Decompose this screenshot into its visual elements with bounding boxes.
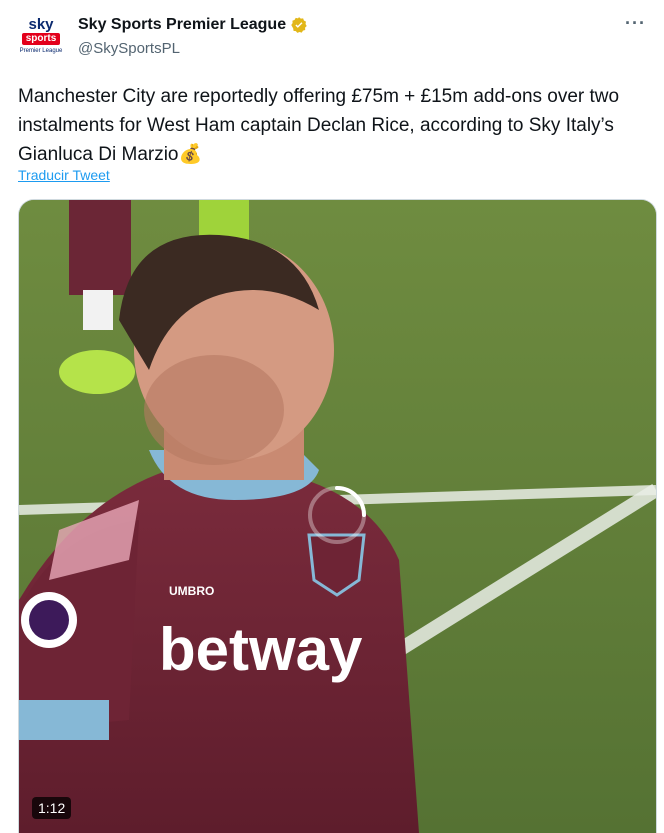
- author-name-row: Sky Sports Premier League: [78, 16, 308, 34]
- tweet-video[interactable]: betway UMBRO 1:12: [18, 199, 657, 833]
- avatar-logo-pl: Premier League: [19, 48, 63, 54]
- tweet-text: Manchester City are reportedly offering …: [18, 86, 620, 165]
- sponsor-text: betway: [159, 616, 363, 683]
- avatar-logo-sports: sports: [22, 33, 60, 45]
- avatar[interactable]: sky sports Premier League: [18, 16, 64, 62]
- more-options-icon[interactable]: ···: [625, 14, 646, 32]
- author-handle[interactable]: @SkySportsPL: [78, 40, 180, 57]
- author-display-name[interactable]: Sky Sports Premier League: [78, 16, 286, 34]
- verified-badge-icon: [291, 17, 307, 33]
- kit-brand-text: UMBRO: [169, 584, 214, 598]
- avatar-logo-sky: sky: [28, 16, 54, 33]
- video-frame: betway UMBRO: [19, 200, 656, 833]
- video-duration-badge: 1:12: [32, 797, 72, 819]
- translate-tweet-link[interactable]: Traducir Tweet: [18, 167, 110, 183]
